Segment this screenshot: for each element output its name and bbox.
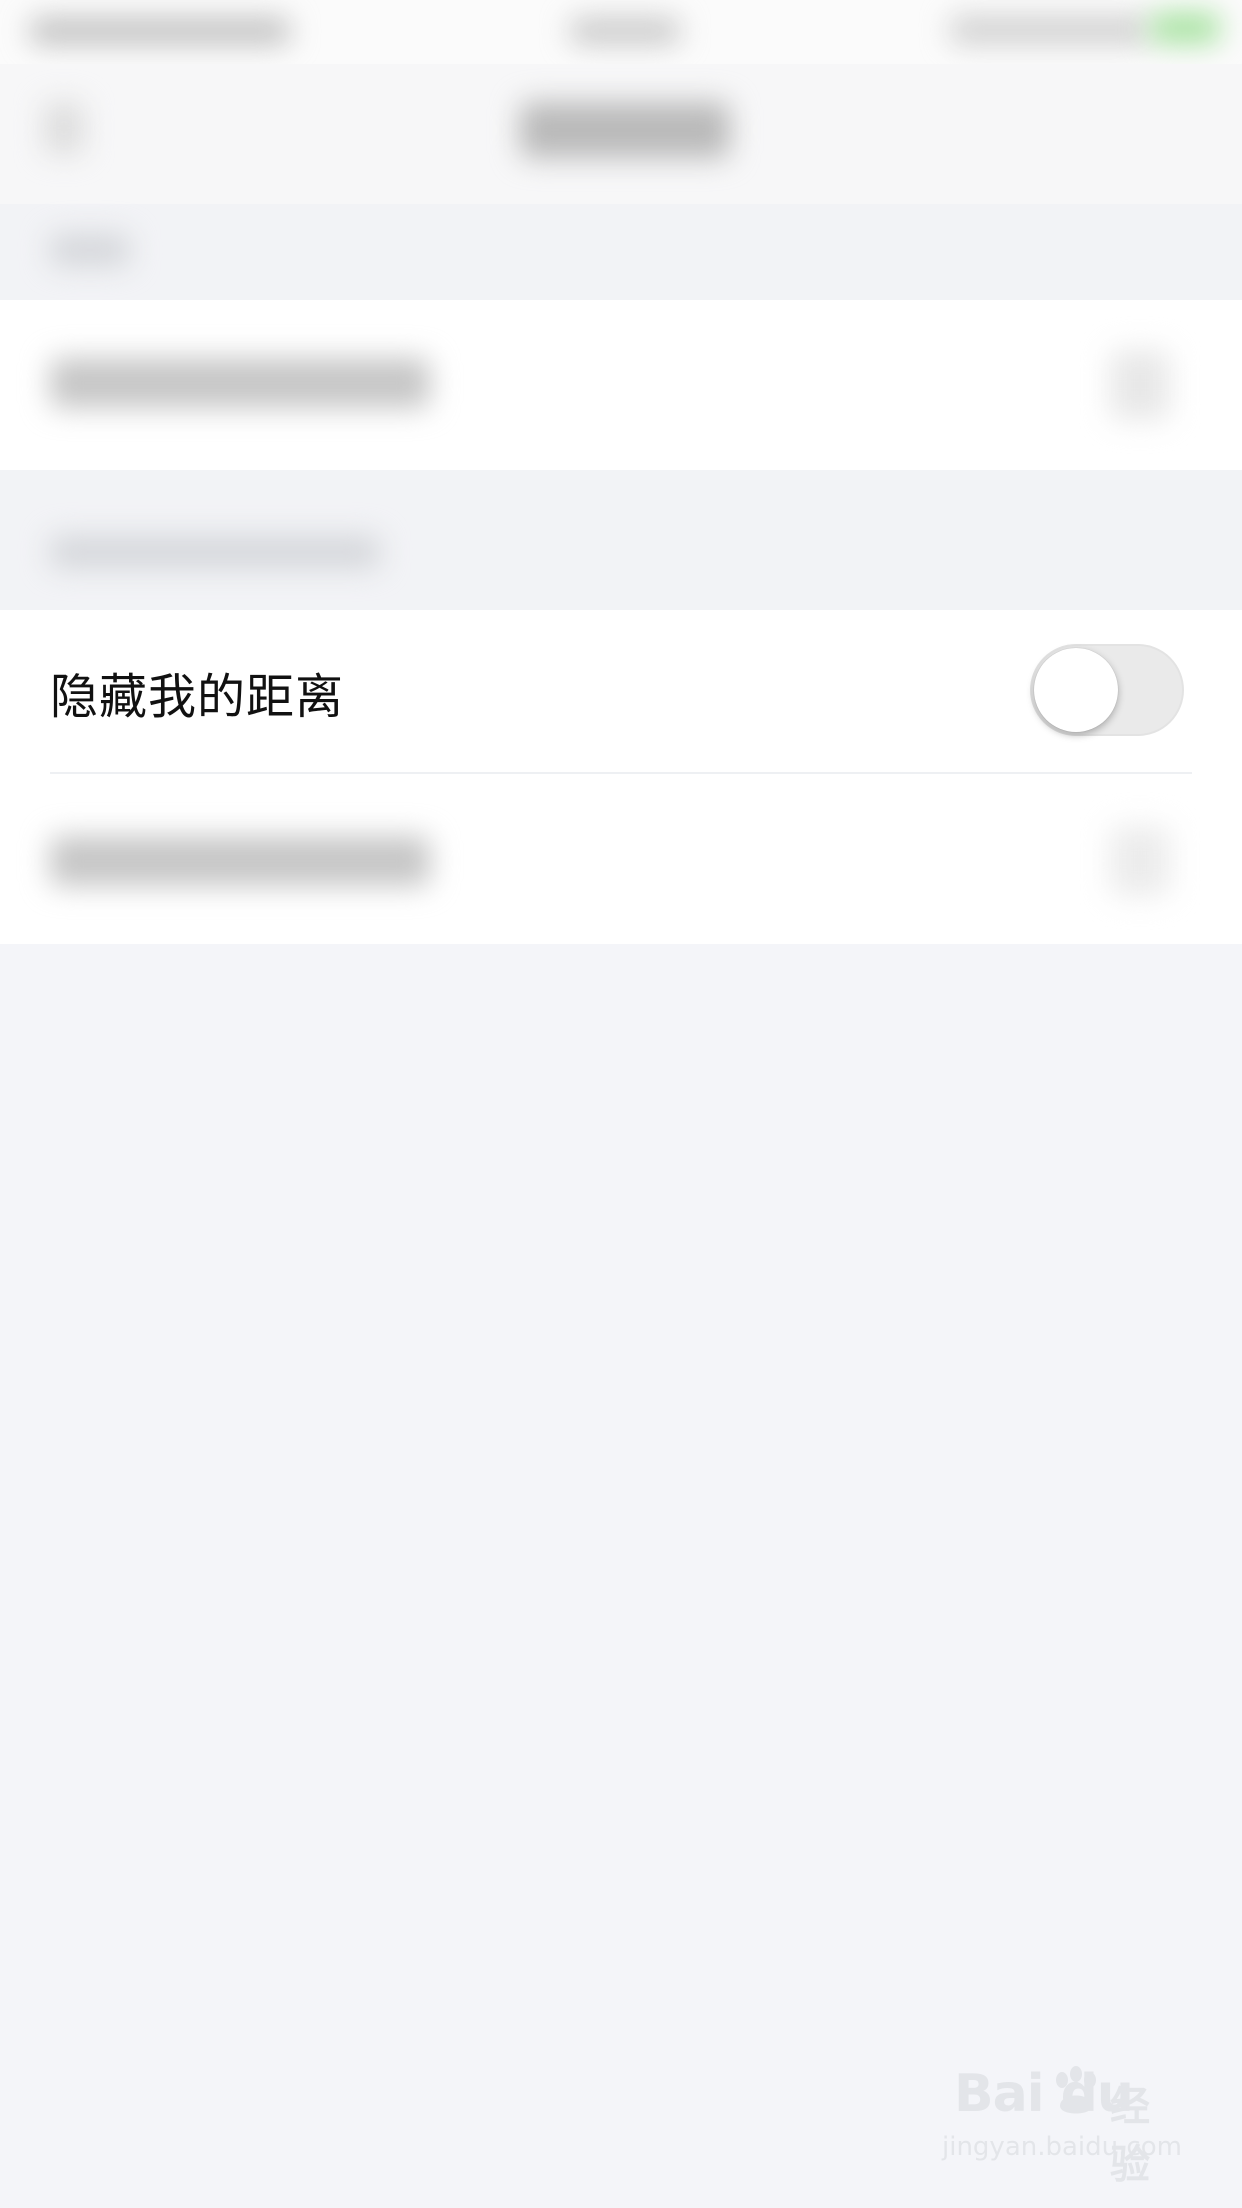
settings-row-blurred[interactable] xyxy=(0,774,1242,944)
nav-title-blur xyxy=(520,102,730,158)
row-accessory-blur xyxy=(1110,350,1170,420)
row-accessory-blur xyxy=(1110,826,1170,896)
battery-status-blur xyxy=(950,16,1150,44)
paw-icon xyxy=(1056,2066,1096,2114)
clock-blur xyxy=(570,18,680,44)
settings-row-blurred[interactable] xyxy=(0,300,1242,470)
section-header-text-blur xyxy=(50,234,130,266)
back-button-blur[interactable] xyxy=(44,102,84,154)
section-header-text-blur xyxy=(50,536,380,568)
hide-distance-label: 隐藏我的距离 xyxy=(50,669,345,725)
watermark-url: jingyan.baidu.com xyxy=(942,2132,1182,2162)
section-header xyxy=(0,204,1242,300)
hide-distance-toggle[interactable] xyxy=(1030,644,1184,736)
carrier-signal-blur xyxy=(30,18,290,44)
battery-green-blur xyxy=(1150,12,1220,44)
row-text-blur xyxy=(50,836,430,886)
section-header xyxy=(0,470,1242,610)
watermark-brand: Bai du xyxy=(954,2064,1134,2124)
row-text-blur xyxy=(50,358,430,408)
status-bar xyxy=(0,0,1242,64)
toggle-knob xyxy=(1034,648,1118,732)
screen: 隐藏我的距离 Bai du 经验 jingyan.baidu.com xyxy=(0,0,1242,2208)
hide-distance-row: 隐藏我的距离 xyxy=(0,610,1242,774)
baidu-jingyan-watermark: Bai du 经验 jingyan.baidu.com xyxy=(942,2064,1182,2188)
navigation-bar xyxy=(0,64,1242,204)
